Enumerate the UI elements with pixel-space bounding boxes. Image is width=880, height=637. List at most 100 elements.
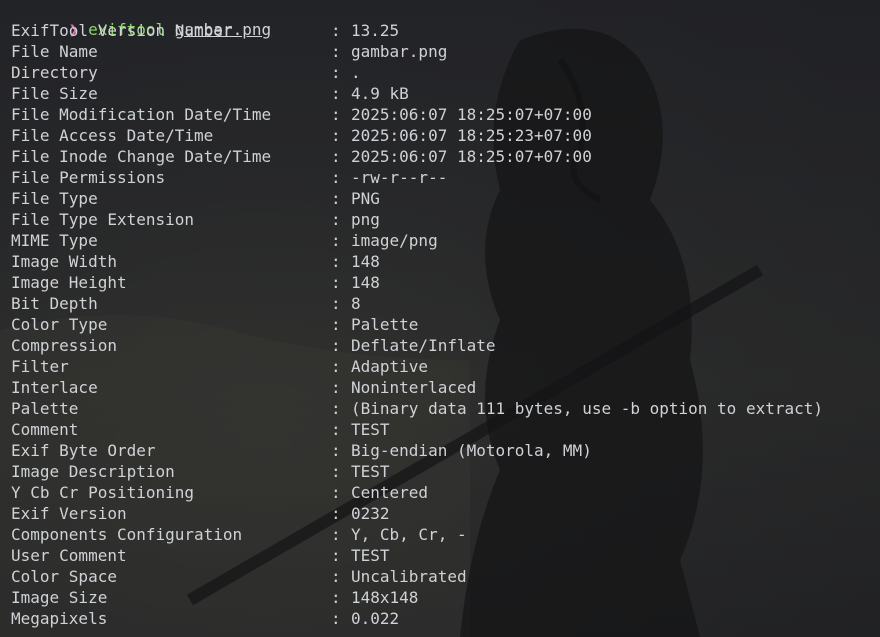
metadata-separator: : [331, 168, 341, 187]
metadata-value: TEST [351, 462, 390, 481]
metadata-separator: : [331, 315, 341, 334]
metadata-key: Exif Version [11, 504, 127, 523]
metadata-separator: : [331, 105, 341, 124]
metadata-separator: : [331, 420, 341, 439]
metadata-key: Filter [11, 357, 69, 376]
metadata-value: png [351, 210, 380, 229]
command-prompt-line: ❯ exiftool gambar.png [11, 0, 880, 39]
metadata-key: Color Space [11, 567, 117, 586]
metadata-row: Image Description: TEST [11, 461, 880, 482]
metadata-key: File Modification Date/Time [11, 105, 272, 124]
metadata-key: File Inode Change Date/Time [11, 147, 272, 166]
metadata-row: File Inode Change Date/Time:2025:06:07 1… [11, 146, 880, 167]
metadata-key: File Type Extension [11, 210, 195, 229]
metadata-separator: : [331, 252, 341, 271]
metadata-key: User Comment [11, 546, 127, 565]
metadata-separator: : [331, 546, 341, 565]
metadata-value: . [351, 63, 361, 82]
metadata-separator: : [331, 357, 341, 376]
terminal-window[interactable]: ❯ exiftool gambar.png ExifTool Version N… [0, 0, 880, 637]
metadata-row: ExifTool Version Number:13.25 [11, 20, 880, 41]
metadata-row: Comment: TEST [11, 419, 880, 440]
metadata-row: Image Width:148 [11, 251, 880, 272]
metadata-row: User Comment: TEST [11, 545, 880, 566]
metadata-key: Image Height [11, 273, 127, 292]
metadata-value: Big-endian (Motorola, MM) [351, 441, 592, 460]
metadata-separator: : [331, 231, 341, 250]
metadata-row: Color Space: Uncalibrated [11, 566, 880, 587]
metadata-key: Comment [11, 420, 79, 439]
metadata-value: 148 [351, 252, 380, 271]
metadata-row: File Name: gambar.png [11, 41, 880, 62]
metadata-key: MIME Type [11, 231, 98, 250]
metadata-key: Directory [11, 63, 98, 82]
metadata-value: 2025:06:07 18:25:23+07:00 [351, 126, 592, 145]
metadata-separator: : [331, 336, 341, 355]
metadata-value: 13.25 [351, 21, 400, 40]
metadata-separator: : [331, 567, 341, 586]
metadata-key: File Type [11, 189, 98, 208]
metadata-key: Image Width [11, 252, 117, 271]
exif-output-list: ExifTool Version Number:13.25 File Name: g… [11, 20, 880, 629]
metadata-row: File Type: PNG [11, 188, 880, 209]
metadata-key: File Access Date/Time [11, 126, 214, 145]
metadata-row: Filter: Adaptive [11, 356, 880, 377]
metadata-value: Noninterlaced [351, 378, 477, 397]
metadata-value: TEST [351, 420, 390, 439]
metadata-value: Uncalibrated [351, 567, 467, 586]
metadata-key: File Permissions [11, 168, 166, 187]
metadata-key: Components Configuration [11, 525, 243, 544]
terminal-output: ❯ exiftool gambar.png ExifTool Version N… [11, 0, 880, 629]
metadata-separator: : [331, 42, 341, 61]
metadata-separator: : [331, 378, 341, 397]
metadata-key: Palette [11, 399, 79, 418]
metadata-row: Image Size:148x148 [11, 587, 880, 608]
metadata-value: Centered [351, 483, 429, 502]
metadata-row: Palette: (Binary data 111 bytes, use -b o… [11, 398, 880, 419]
metadata-key: Exif Byte Order [11, 441, 156, 460]
metadata-separator: : [331, 399, 341, 418]
metadata-separator: : [331, 294, 341, 313]
metadata-value: 2025:06:07 18:25:07+07:00 [351, 105, 592, 124]
metadata-value: 148 [351, 273, 380, 292]
metadata-separator: : [331, 210, 341, 229]
metadata-row: File Size:4.9 kB [11, 83, 880, 104]
metadata-key: Image Description [11, 462, 175, 481]
metadata-row: File Type Extension: png [11, 209, 880, 230]
metadata-value: 0.022 [351, 609, 400, 628]
metadata-row: Components Configuration: Y, Cb, Cr, - [11, 524, 880, 545]
metadata-value: Y, Cb, Cr, - [351, 525, 467, 544]
metadata-key: File Size [11, 84, 98, 103]
metadata-key: ExifTool Version Number [11, 21, 233, 40]
metadata-row: MIME Type: image/png [11, 230, 880, 251]
metadata-value: Deflate/Inflate [351, 336, 496, 355]
metadata-value: -rw-r--r-- [351, 168, 448, 187]
metadata-row: File Access Date/Time:2025:06:07 18:25:2… [11, 125, 880, 146]
metadata-row: Interlace: Noninterlaced [11, 377, 880, 398]
metadata-separator: : [331, 63, 341, 82]
metadata-key: Bit Depth [11, 294, 98, 313]
metadata-separator: : [331, 273, 341, 292]
metadata-separator: : [331, 126, 341, 145]
metadata-row: Megapixels:0.022 [11, 608, 880, 629]
metadata-separator: : [331, 483, 341, 502]
metadata-row: Color Type: Palette [11, 314, 880, 335]
metadata-key: File Name [11, 42, 98, 61]
metadata-key: Y Cb Cr Positioning [11, 483, 195, 502]
metadata-separator: : [331, 84, 341, 103]
metadata-separator: : [331, 147, 341, 166]
metadata-separator: : [331, 441, 341, 460]
metadata-value: 2025:06:07 18:25:07+07:00 [351, 147, 592, 166]
metadata-row: Bit Depth:8 [11, 293, 880, 314]
metadata-value: image/png [351, 231, 438, 250]
metadata-value: TEST [351, 546, 390, 565]
metadata-row: Directory:. [11, 62, 880, 83]
metadata-row: File Permissions: -rw-r--r-- [11, 167, 880, 188]
metadata-row: File Modification Date/Time:2025:06:07 1… [11, 104, 880, 125]
metadata-separator: : [331, 462, 341, 481]
metadata-value: 8 [351, 294, 361, 313]
metadata-row: Compression: Deflate/Inflate [11, 335, 880, 356]
metadata-separator: : [331, 21, 341, 40]
metadata-value: (Binary data 111 bytes, use -b option to… [351, 399, 824, 418]
metadata-value: 148x148 [351, 588, 419, 607]
